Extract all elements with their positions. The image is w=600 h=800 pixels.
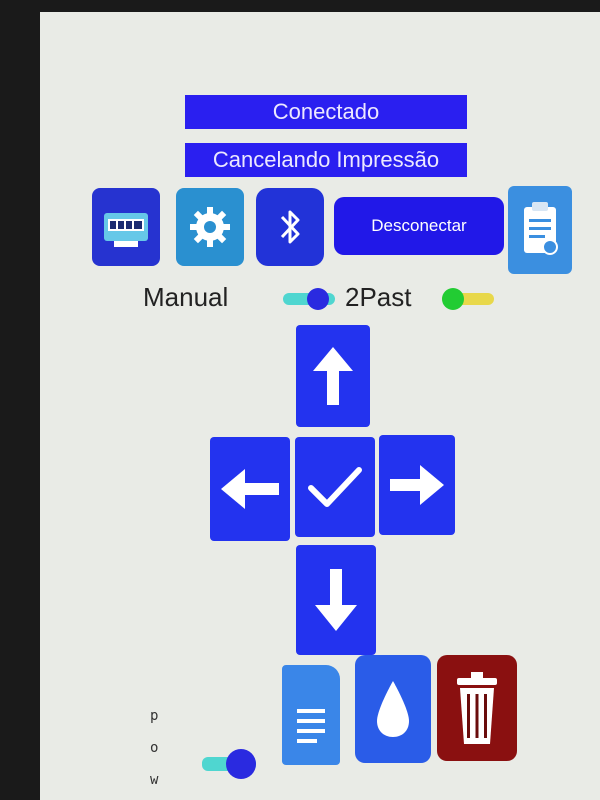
ink-button[interactable] xyxy=(355,655,431,763)
manual-mode-switch[interactable] xyxy=(283,288,335,310)
pow-letter-o: o xyxy=(150,740,159,756)
paste-mode-switch[interactable] xyxy=(442,288,494,310)
gear-icon xyxy=(190,207,230,247)
document-button[interactable] xyxy=(282,665,340,765)
switch-knob xyxy=(307,288,329,310)
printer-icon xyxy=(104,213,148,247)
down-button[interactable] xyxy=(296,545,376,655)
printer-button[interactable] xyxy=(92,188,160,266)
check-icon xyxy=(308,467,362,507)
drop-icon xyxy=(377,681,409,737)
print-status: Cancelando Impressão xyxy=(185,143,467,177)
arrow-left-icon xyxy=(221,469,279,509)
bluetooth-button[interactable] xyxy=(256,188,324,266)
pow-letter-w: w xyxy=(150,772,159,788)
connection-status: Conectado xyxy=(185,95,467,129)
switch-knob xyxy=(442,288,464,310)
manual-mode-label: Manual xyxy=(143,282,229,312)
disconnect-button[interactable]: Desconectar xyxy=(334,197,504,255)
arrow-up-icon xyxy=(313,347,353,405)
confirm-button[interactable] xyxy=(295,437,375,537)
power-switch[interactable] xyxy=(202,749,260,779)
document-icon xyxy=(297,709,325,743)
up-button[interactable] xyxy=(296,325,370,427)
switch-knob xyxy=(226,749,256,779)
right-button[interactable] xyxy=(379,435,455,535)
arrow-right-icon xyxy=(390,465,444,505)
paste-mode-label: 2Past xyxy=(345,282,412,312)
clipboard-button[interactable] xyxy=(508,186,572,274)
left-button[interactable] xyxy=(210,437,290,541)
pow-letter-p: p xyxy=(150,708,159,724)
arrow-down-icon xyxy=(315,569,357,631)
settings-button[interactable] xyxy=(176,188,244,266)
app-title-bar xyxy=(0,0,600,12)
trash-icon xyxy=(457,672,497,744)
bluetooth-icon xyxy=(280,210,300,244)
clipboard-icon xyxy=(524,202,558,255)
delete-button[interactable] xyxy=(437,655,517,761)
